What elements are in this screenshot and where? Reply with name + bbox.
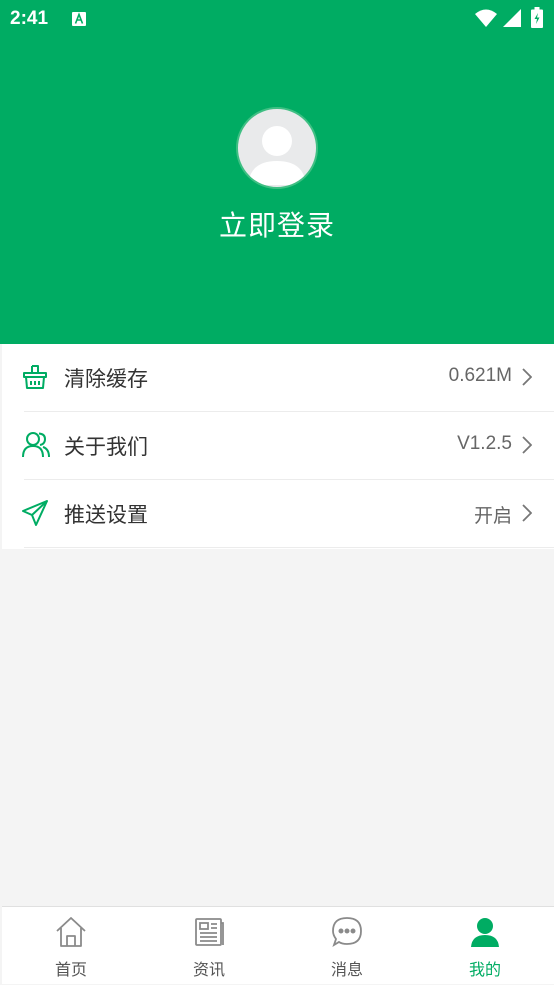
menu-item-push-settings[interactable]: 推送设置 开启 (2, 480, 554, 548)
cache-size-value: 0.621M (448, 365, 512, 386)
push-status-value: 开启 (473, 506, 512, 527)
tab-label: 我的 (468, 960, 501, 979)
users-icon (21, 431, 51, 463)
tab-messages[interactable]: 消息 (278, 907, 416, 985)
wifi-icon (475, 9, 497, 31)
tab-label: 资讯 (192, 960, 225, 979)
tab-mine[interactable]: 我的 (416, 907, 554, 985)
user-icon (468, 915, 502, 953)
divider (24, 547, 554, 548)
send-icon (21, 499, 49, 531)
message-icon (330, 915, 364, 953)
tab-home[interactable]: 首页 (2, 907, 140, 985)
status-time: 2:41 (10, 8, 49, 29)
chevron-right-icon (522, 504, 533, 526)
menu-label: 推送设置 (64, 503, 148, 527)
menu-item-clear-cache[interactable]: 清除缓存 0.621M (2, 344, 554, 412)
tab-news[interactable]: 资讯 (140, 907, 278, 985)
chevron-right-icon (522, 368, 533, 390)
tab-label: 消息 (330, 960, 363, 979)
basket-icon (21, 363, 49, 395)
settings-menu: 清除缓存 0.621M 关于我们 V1.2.5 推送设置 开启 (2, 344, 554, 549)
signal-icon (503, 9, 521, 31)
battery-icon (531, 7, 543, 32)
home-icon (54, 915, 88, 953)
menu-label: 清除缓存 (64, 367, 148, 391)
tab-label: 首页 (54, 960, 87, 979)
login-button[interactable]: 立即登录 (0, 204, 554, 244)
status-bar: 2:41 (0, 0, 554, 38)
default-avatar-icon (248, 126, 306, 185)
version-value: V1.2.5 (457, 433, 512, 454)
news-icon (192, 915, 226, 953)
bottom-tab-bar: 首页 资讯 消息 我的 (2, 906, 554, 984)
chevron-right-icon (522, 436, 533, 458)
menu-item-about-us[interactable]: 关于我们 V1.2.5 (2, 412, 554, 480)
notification-a-icon (72, 11, 86, 30)
profile-header: 2:41 立即登录 (0, 0, 554, 344)
menu-label: 关于我们 (64, 435, 148, 459)
avatar[interactable] (236, 107, 318, 189)
